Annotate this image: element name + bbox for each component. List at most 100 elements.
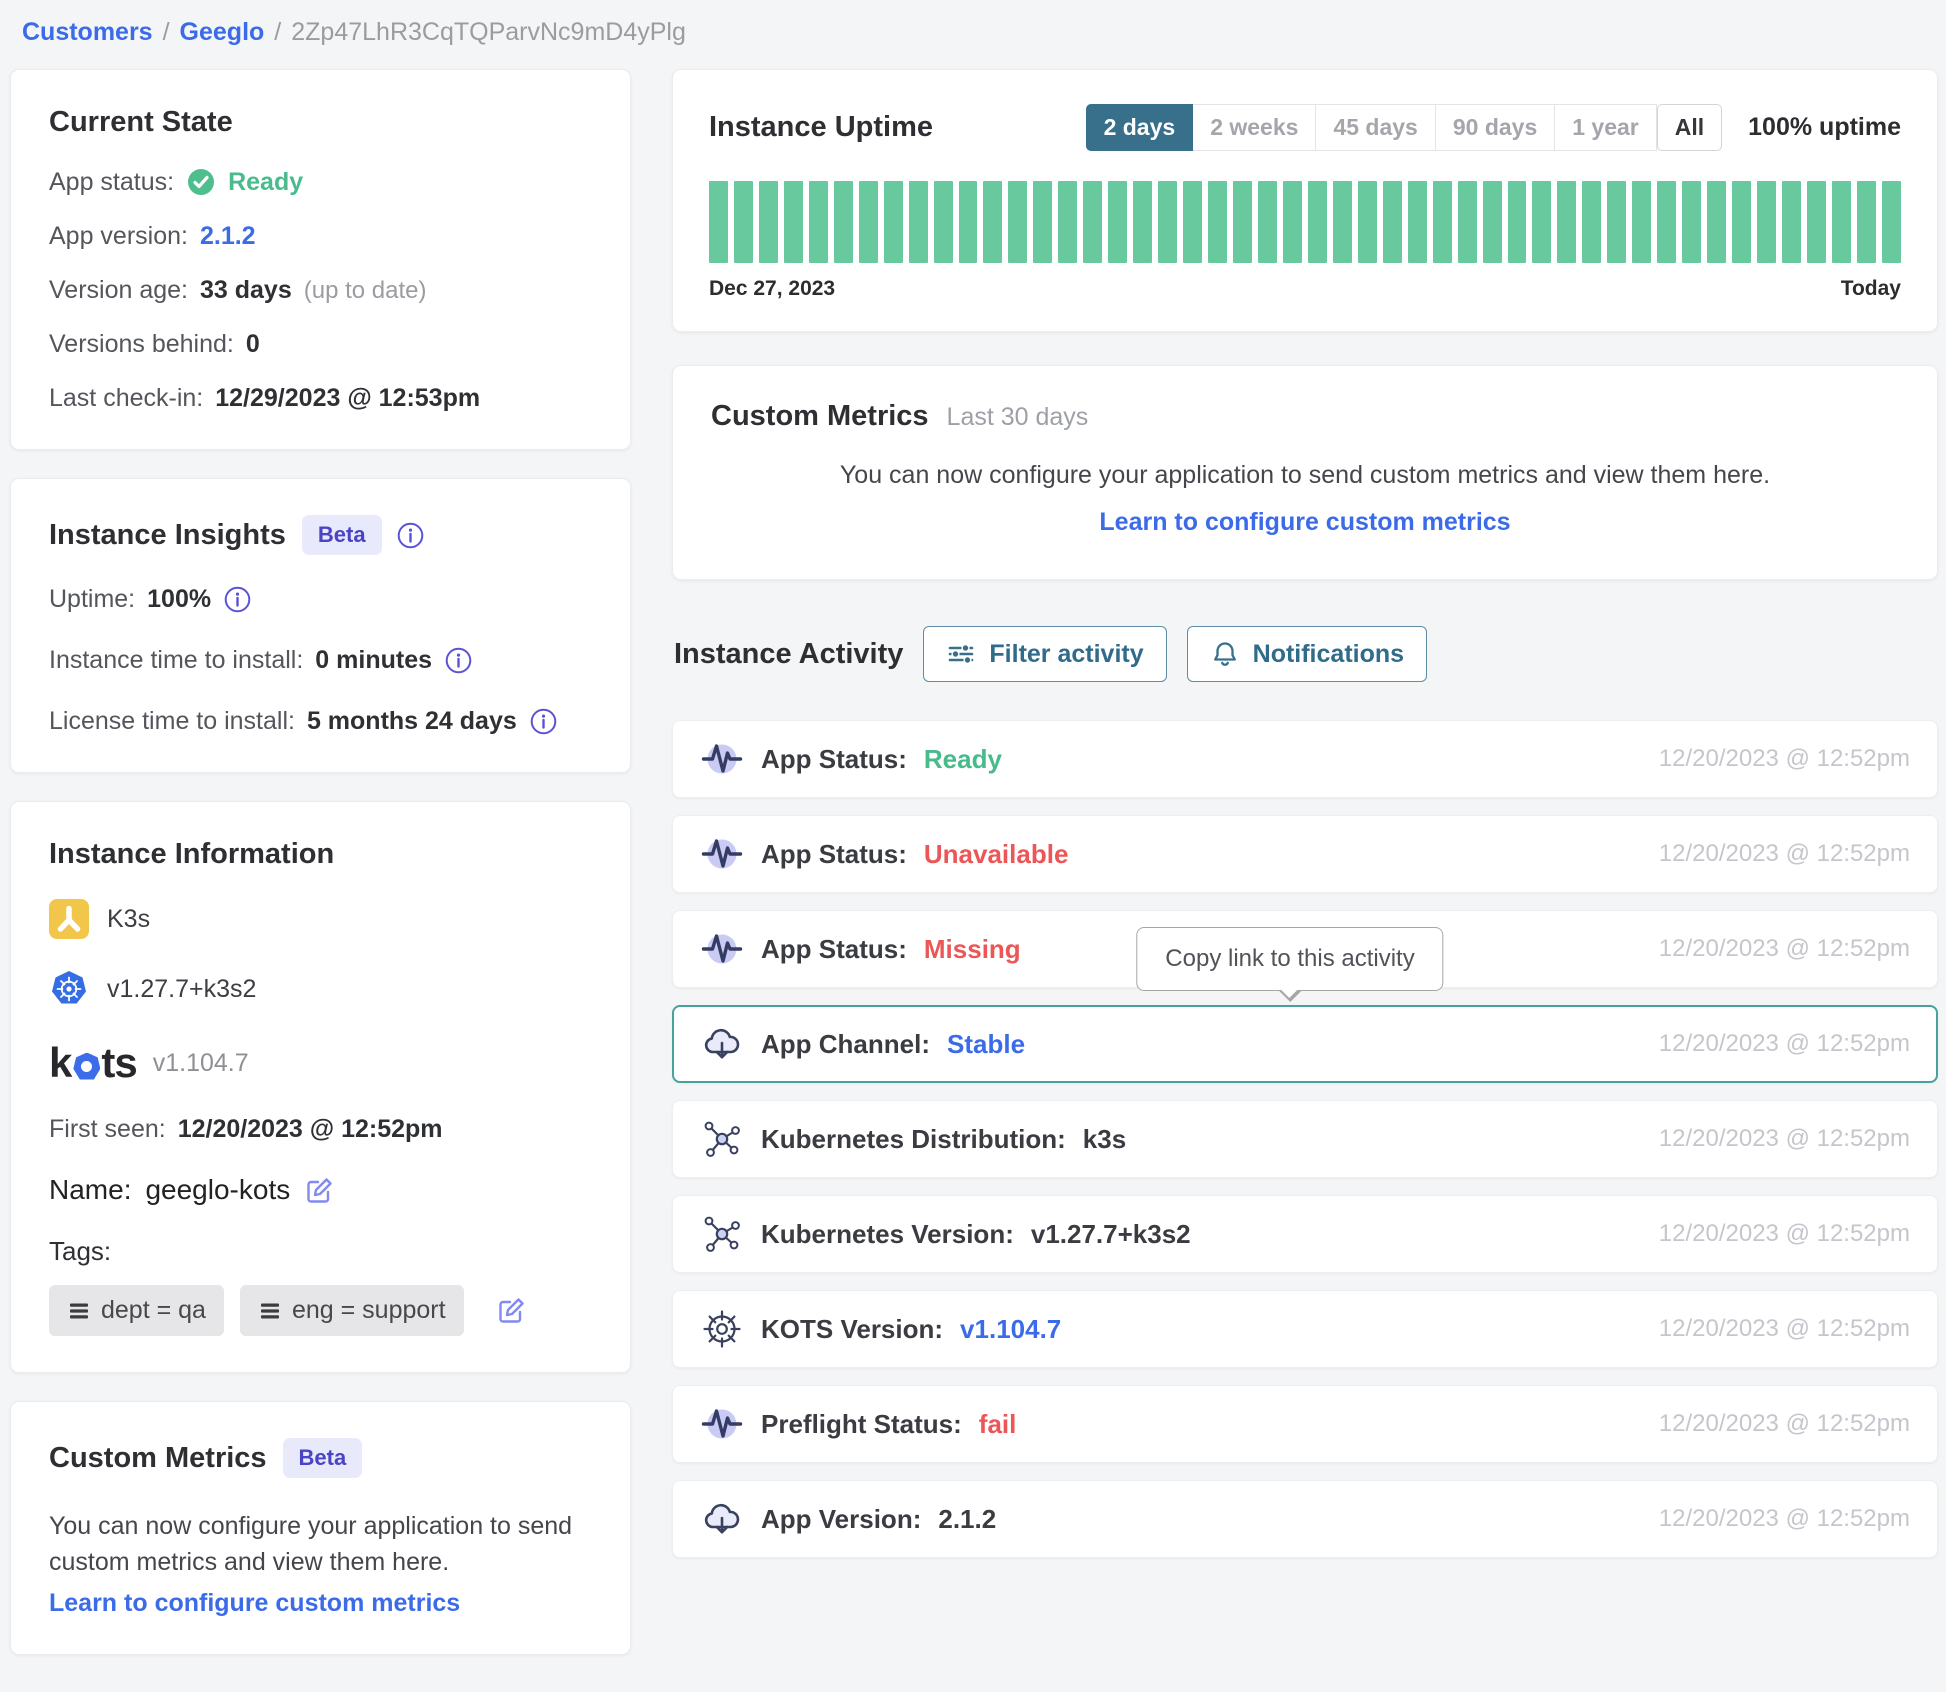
uptime-bar (884, 181, 903, 263)
instance-name-value: geeglo-kots (145, 1174, 290, 1206)
uptime-bar (734, 181, 753, 263)
activity-row-app-status-unavailable[interactable]: App Status: Unavailable 12/20/2023 @ 12:… (672, 815, 1938, 893)
custom-metrics-left-card: Custom Metrics Beta You can now configur… (10, 1401, 631, 1655)
activity-label: App Version: (761, 1504, 921, 1535)
kubernetes-nodes-icon (700, 1117, 744, 1161)
activity-timestamp: 12/20/2023 @ 12:52pm (1659, 745, 1910, 773)
uptime-bar (1632, 181, 1651, 263)
activity-row-kots-version[interactable]: KOTS Version: v1.104.7 12/20/2023 @ 12:5… (672, 1290, 1938, 1368)
app-version-link[interactable]: 2.1.2 (200, 222, 256, 251)
uptime-bar (1857, 181, 1876, 263)
distribution-row: K3s (49, 899, 592, 939)
activity-row-k8s-distribution[interactable]: Kubernetes Distribution: k3s 12/20/2023 … (672, 1100, 1938, 1178)
activity-row-app-channel[interactable]: App Channel: Stable 12/20/2023 @ 12:52pm (672, 1005, 1938, 1083)
activity-value-link[interactable]: Stable (947, 1029, 1025, 1060)
activity-row-wrap: App Status: Ready 12/20/2023 @ 12:52pm (672, 720, 1938, 798)
version-age-label: Version age: (49, 276, 188, 305)
tags-label: Tags: (49, 1236, 592, 1267)
uptime-bar (1508, 181, 1527, 263)
filter-activity-button[interactable]: Filter activity (923, 626, 1166, 682)
activity-row-wrap: App Status: Unavailable 12/20/2023 @ 12:… (672, 815, 1938, 893)
uptime-bar (784, 181, 803, 263)
uptime-bar (1058, 181, 1077, 263)
range-button-2-weeks[interactable]: 2 weeks (1193, 104, 1316, 151)
activity-row-app-version[interactable]: App Version: 2.1.2 12/20/2023 @ 12:52pm (672, 1480, 1938, 1558)
instance-time-to-install-value: 0 minutes (315, 646, 432, 675)
activity-label: KOTS Version: (761, 1314, 943, 1345)
uptime-bar (709, 181, 728, 263)
range-button-all[interactable]: All (1657, 104, 1722, 151)
kots-logo: ktsv1.104.7 (49, 1039, 249, 1087)
notifications-label: Notifications (1253, 640, 1404, 669)
activity-timestamp: 12/20/2023 @ 12:52pm (1659, 1220, 1910, 1248)
activity-value-link[interactable]: v1.104.7 (960, 1314, 1061, 1345)
uptime-bar (934, 181, 953, 263)
info-icon[interactable] (529, 707, 558, 736)
info-icon[interactable] (444, 646, 473, 675)
info-icon[interactable] (396, 521, 425, 550)
configure-custom-metrics-link[interactable]: Learn to configure custom metrics (49, 1589, 460, 1618)
activity-row-wrap: Copy link to this activity App Channel: … (672, 1005, 1938, 1083)
activity-row-k8s-version[interactable]: Kubernetes Version: v1.27.7+k3s2 12/20/2… (672, 1195, 1938, 1273)
instance-activity-list: App Status: Ready 12/20/2023 @ 12:52pm A… (672, 720, 1938, 1558)
activity-label: Kubernetes Distribution: (761, 1124, 1066, 1155)
uptime-range-group: 2 days 2 weeks 45 days 90 days 1 year Al… (1086, 104, 1723, 151)
range-button-1-year[interactable]: 1 year (1555, 104, 1657, 151)
edit-tags-icon[interactable] (496, 1295, 527, 1326)
uptime-bar (1308, 181, 1327, 263)
uptime-bar (1208, 181, 1227, 263)
instance-activity-title: Instance Activity (674, 638, 903, 671)
uptime-bar (1757, 181, 1776, 263)
activity-timestamp: 12/20/2023 @ 12:52pm (1659, 935, 1910, 963)
version-age-value: 33 days (200, 276, 292, 305)
kubernetes-icon (49, 969, 89, 1009)
cloud-download-icon (700, 1022, 744, 1066)
tag-text: eng = support (292, 1296, 446, 1325)
range-button-90-days[interactable]: 90 days (1436, 104, 1555, 151)
activity-row-wrap: Kubernetes Distribution: k3s 12/20/2023 … (672, 1100, 1938, 1178)
breadcrumb-separator: / (163, 18, 170, 46)
instance-insights-title: Instance Insights (49, 519, 286, 552)
right-column: Instance Uptime 2 days 2 weeks 45 days 9… (672, 69, 1938, 1575)
range-button-45-days[interactable]: 45 days (1316, 104, 1435, 151)
activity-row-preflight-status[interactable]: Preflight Status: fail 12/20/2023 @ 12:5… (672, 1385, 1938, 1463)
breadcrumb-app-link[interactable]: Geeglo (180, 18, 265, 46)
last-checkin-value: 12/29/2023 @ 12:53pm (215, 384, 480, 413)
custom-metrics-left-title: Custom Metrics (49, 1442, 267, 1475)
uptime-bar (1557, 181, 1576, 263)
activity-row-app-status-ready[interactable]: App Status: Ready 12/20/2023 @ 12:52pm (672, 720, 1938, 798)
last-checkin-label: Last check-in: (49, 384, 203, 413)
configure-custom-metrics-link[interactable]: Learn to configure custom metrics (711, 508, 1899, 537)
instance-time-to-install-row: Instance time to install: 0 minutes (49, 646, 592, 675)
activity-label: Kubernetes Version: (761, 1219, 1014, 1250)
tag-text: dept = qa (101, 1296, 206, 1325)
tag-chip: dept = qa (49, 1285, 224, 1336)
range-button-2-days[interactable]: 2 days (1086, 104, 1194, 151)
custom-metrics-right-card: Custom Metrics Last 30 days You can now … (672, 365, 1938, 580)
uptime-bar (1458, 181, 1477, 263)
uptime-bar (1532, 181, 1551, 263)
edit-name-icon[interactable] (304, 1175, 335, 1206)
instance-information-card: Instance Information K3s v1.27.7+k3s2 kt… (10, 801, 631, 1373)
k8s-version-value: v1.27.7+k3s2 (107, 975, 256, 1004)
breadcrumb-separator: / (274, 18, 281, 46)
activity-row-wrap: App Version: 2.1.2 12/20/2023 @ 12:52pm (672, 1480, 1938, 1558)
instance-uptime-header: Instance Uptime 2 days 2 weeks 45 days 9… (709, 104, 1901, 151)
activity-label: Preflight Status: (761, 1409, 962, 1440)
custom-metrics-right-title: Custom Metrics (711, 400, 929, 433)
activity-value: Ready (924, 744, 1002, 775)
cloud-download-icon (700, 1497, 744, 1541)
k3s-icon (49, 899, 89, 939)
filter-activity-label: Filter activity (989, 640, 1143, 669)
kots-version-value: v1.104.7 (153, 1049, 249, 1078)
app-status-row: App status: Ready (49, 167, 592, 197)
uptime-bar (1483, 181, 1502, 263)
bell-icon (1210, 639, 1240, 669)
info-icon[interactable] (223, 585, 252, 614)
activity-value: fail (979, 1409, 1017, 1440)
instance-uptime-title: Instance Uptime (709, 111, 933, 144)
uptime-value: 100% (147, 585, 211, 614)
notifications-button[interactable]: Notifications (1187, 626, 1427, 682)
breadcrumb-customers-link[interactable]: Customers (22, 18, 153, 46)
uptime-bar (1682, 181, 1701, 263)
